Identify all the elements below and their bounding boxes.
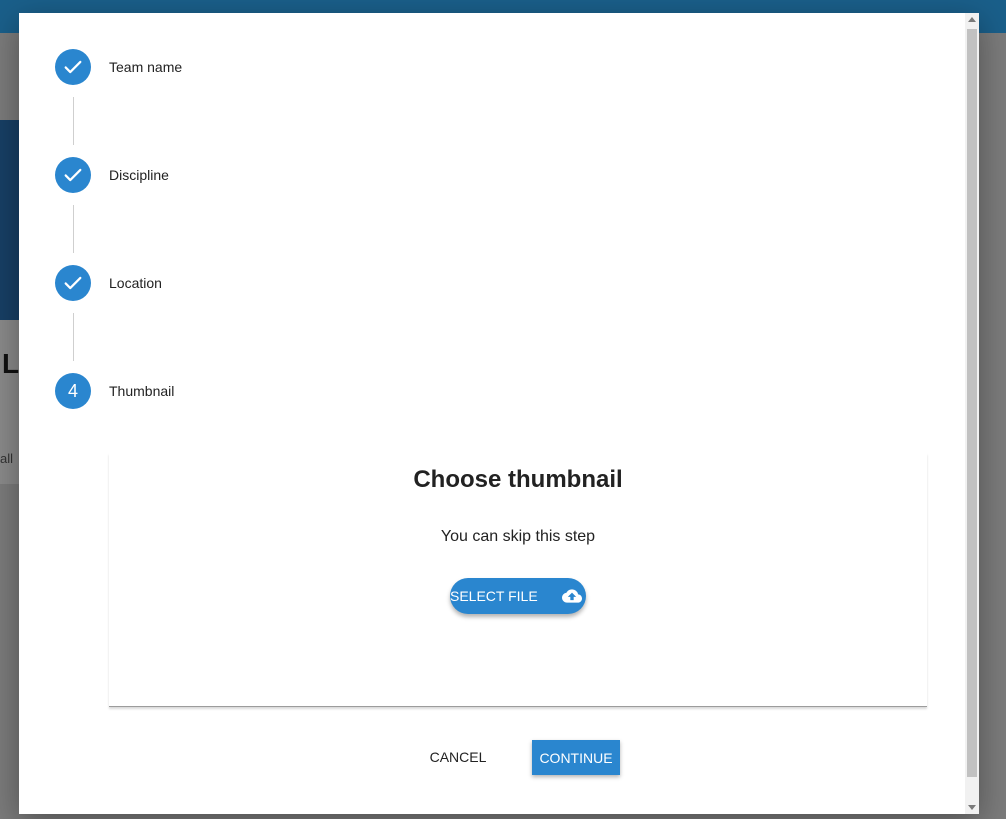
step-label: Team name — [109, 59, 183, 75]
step-completed-badge — [55, 157, 91, 193]
cloud-upload-icon — [562, 589, 582, 603]
step-connector — [73, 97, 74, 145]
content-title: Choose thumbnail — [413, 466, 623, 493]
select-file-label: SELECT FILE — [450, 588, 538, 604]
scroll-up-arrow-icon[interactable] — [968, 17, 976, 22]
scroll-down-arrow-icon[interactable] — [968, 805, 976, 810]
step-discipline[interactable]: Discipline — [55, 157, 169, 193]
content-subtitle: You can skip this step — [440, 528, 596, 545]
step-connector — [73, 205, 74, 253]
dialog-scrollbar[interactable] — [965, 13, 979, 814]
cancel-button[interactable]: CANCEL — [421, 740, 495, 774]
step-content: Choose thumbnail You can skip this step … — [109, 453, 927, 707]
scroll-thumb[interactable] — [967, 29, 977, 777]
check-icon — [64, 276, 82, 290]
step-label: Discipline — [109, 167, 169, 183]
create-team-dialog: Team name Discipline Location 4 Thumbnai… — [19, 13, 979, 814]
step-location[interactable]: Location — [55, 265, 162, 301]
continue-button[interactable]: CONTINUE — [532, 740, 620, 775]
background-heading-fragment: L — [2, 348, 20, 379]
step-number-badge: 4 — [55, 373, 91, 409]
step-completed-badge — [55, 265, 91, 301]
step-label: Thumbnail — [109, 383, 175, 399]
select-file-button[interactable]: SELECT FILE — [450, 578, 586, 614]
step-label: Location — [109, 275, 162, 291]
step-connector — [73, 313, 74, 361]
check-icon — [64, 168, 82, 182]
step-completed-badge — [55, 49, 91, 85]
step-team-name[interactable]: Team name — [55, 49, 182, 85]
check-icon — [64, 60, 82, 74]
step-thumbnail[interactable]: 4 Thumbnail — [55, 373, 174, 409]
background-text-fragment: all — [0, 451, 14, 466]
